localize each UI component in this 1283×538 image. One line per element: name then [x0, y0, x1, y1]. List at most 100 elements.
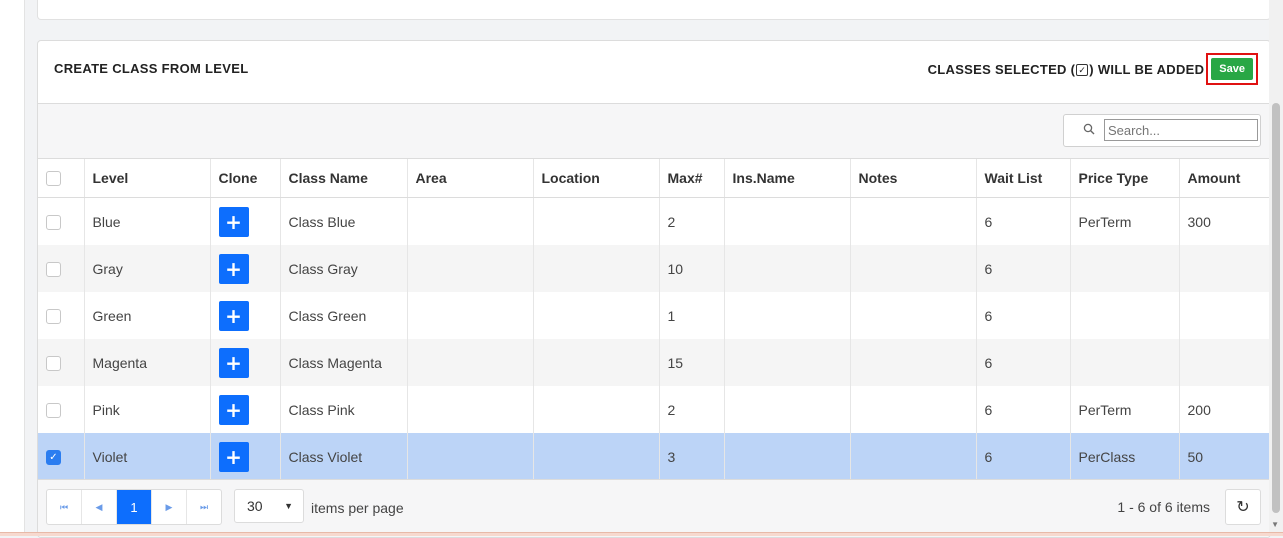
cell-price-type	[1070, 339, 1180, 386]
cell-class-name: Class Pink	[280, 386, 408, 433]
header-price-type[interactable]: Price Type	[1070, 159, 1180, 198]
cell-amount: 50	[1179, 433, 1270, 480]
next-page-icon[interactable]: ▶	[152, 490, 187, 524]
header-ins-name[interactable]: Ins.Name	[724, 159, 851, 198]
cell-ins-name	[724, 433, 851, 480]
cell-max: 10	[659, 245, 725, 292]
header-area[interactable]: Area	[407, 159, 534, 198]
cell-clone: +	[210, 245, 281, 292]
cell-clone: +	[210, 433, 281, 480]
cell-max: 15	[659, 339, 725, 386]
cell-level: Magenta	[84, 339, 211, 386]
row-select-cell	[38, 292, 85, 339]
search-input[interactable]	[1104, 119, 1258, 141]
cell-notes	[850, 433, 977, 480]
cell-location	[533, 245, 660, 292]
cell-max: 3	[659, 433, 725, 480]
cell-level: Pink	[84, 386, 211, 433]
cell-area	[407, 339, 534, 386]
page-buttons: ⏮ ◀ 1 ▶ ⏭	[46, 489, 222, 525]
row-checkbox[interactable]	[46, 402, 61, 418]
cell-class-name: Class Green	[280, 292, 408, 339]
page-size-value: 30	[247, 498, 263, 514]
row-select-cell	[38, 197, 85, 245]
cell-clone: +	[210, 197, 281, 245]
clone-button[interactable]: +	[218, 347, 249, 378]
cell-level: Gray	[84, 245, 211, 292]
row-checkbox[interactable]	[46, 308, 61, 324]
cell-location	[533, 433, 660, 480]
cell-class-name: Class Violet	[280, 433, 408, 480]
page-scrollbar[interactable]: ▼	[1269, 0, 1283, 536]
create-class-panel: CREATE CLASS FROM LEVEL CLASSES SELECTED…	[37, 40, 1271, 538]
scrollbar-thumb[interactable]	[1272, 103, 1280, 513]
cell-ins-name	[724, 386, 851, 433]
cell-price-type: PerClass	[1070, 433, 1180, 480]
cell-max: 2	[659, 197, 725, 245]
cell-location	[533, 197, 660, 245]
clone-button[interactable]: +	[218, 300, 249, 331]
selected-note-suffix: ) WILL BE ADDED	[1089, 61, 1205, 77]
cell-clone: +	[210, 292, 281, 339]
bottom-edge	[0, 532, 1283, 536]
left-sidebar-edge	[0, 0, 25, 536]
grid-toolbar	[38, 104, 1270, 159]
save-button[interactable]: Save	[1211, 58, 1253, 80]
cell-wait-list: 6	[976, 386, 1071, 433]
cell-price-type	[1070, 245, 1180, 292]
header-class-name[interactable]: Class Name	[280, 159, 408, 198]
panel-title: CREATE CLASS FROM LEVEL	[54, 61, 249, 76]
cell-wait-list: 6	[976, 245, 1071, 292]
cell-price-type: PerTerm	[1070, 386, 1180, 433]
row-checkbox[interactable]	[46, 261, 61, 277]
header-level[interactable]: Level	[84, 159, 211, 198]
page-number-current[interactable]: 1	[117, 490, 152, 524]
cell-notes	[850, 197, 977, 245]
cell-amount	[1179, 245, 1270, 292]
header-notes[interactable]: Notes	[850, 159, 977, 198]
prev-page-icon[interactable]: ◀	[82, 490, 117, 524]
header-max[interactable]: Max#	[659, 159, 725, 198]
cell-area	[407, 245, 534, 292]
refresh-icon[interactable]: ↻	[1225, 489, 1261, 525]
clone-button[interactable]: +	[218, 441, 249, 472]
table-row[interactable]: Green + Class Green 1 6	[38, 292, 1270, 339]
table-row[interactable]: Blue + Class Blue 2 6 PerTerm 300	[38, 197, 1270, 245]
table-row-selected[interactable]: ✓ Violet + Class Violet 3 6 PerClass 50	[38, 433, 1270, 480]
cell-amount: 300	[1179, 197, 1270, 245]
cell-level: Blue	[84, 197, 211, 245]
page-size-select[interactable]: 30 ▼	[234, 489, 304, 523]
row-checkbox[interactable]	[46, 214, 61, 230]
selected-note-prefix: CLASSES SELECTED (	[927, 61, 1076, 77]
header-wait-list[interactable]: Wait List	[976, 159, 1071, 198]
cell-notes	[850, 339, 977, 386]
table-row[interactable]: Pink + Class Pink 2 6 PerTerm 200	[38, 386, 1270, 433]
select-all-checkbox[interactable]	[46, 171, 61, 187]
first-page-icon[interactable]: ⏮	[47, 490, 82, 524]
cell-ins-name	[724, 245, 851, 292]
clone-button[interactable]: +	[218, 394, 249, 425]
scroll-down-icon[interactable]: ▼	[1271, 520, 1279, 529]
last-page-icon[interactable]: ⏭	[187, 490, 221, 524]
cell-price-type: PerTerm	[1070, 197, 1180, 245]
pager: ⏮ ◀ 1 ▶ ⏭ 30 ▼ items per page 1 - 6 of 6…	[38, 479, 1270, 537]
cell-area	[407, 197, 534, 245]
row-checkbox[interactable]	[46, 355, 61, 371]
row-select-cell: ✓	[38, 433, 85, 480]
save-highlight: Save	[1206, 53, 1258, 85]
clone-button[interactable]: +	[218, 206, 249, 237]
cell-wait-list: 6	[976, 197, 1071, 245]
header-clone[interactable]: Clone	[210, 159, 281, 198]
header-amount[interactable]: Amount	[1179, 159, 1270, 198]
items-per-page-label: items per page	[311, 500, 404, 516]
row-checkbox-checked[interactable]: ✓	[46, 449, 61, 465]
cell-ins-name	[724, 197, 851, 245]
cell-ins-name	[724, 339, 851, 386]
header-location[interactable]: Location	[533, 159, 660, 198]
cell-class-name: Class Magenta	[280, 339, 408, 386]
cell-location	[533, 292, 660, 339]
table-row[interactable]: Gray + Class Gray 10 6	[38, 245, 1270, 292]
table-row[interactable]: Magenta + Class Magenta 15 6	[38, 339, 1270, 386]
row-select-cell	[38, 386, 85, 433]
clone-button[interactable]: +	[218, 253, 249, 284]
